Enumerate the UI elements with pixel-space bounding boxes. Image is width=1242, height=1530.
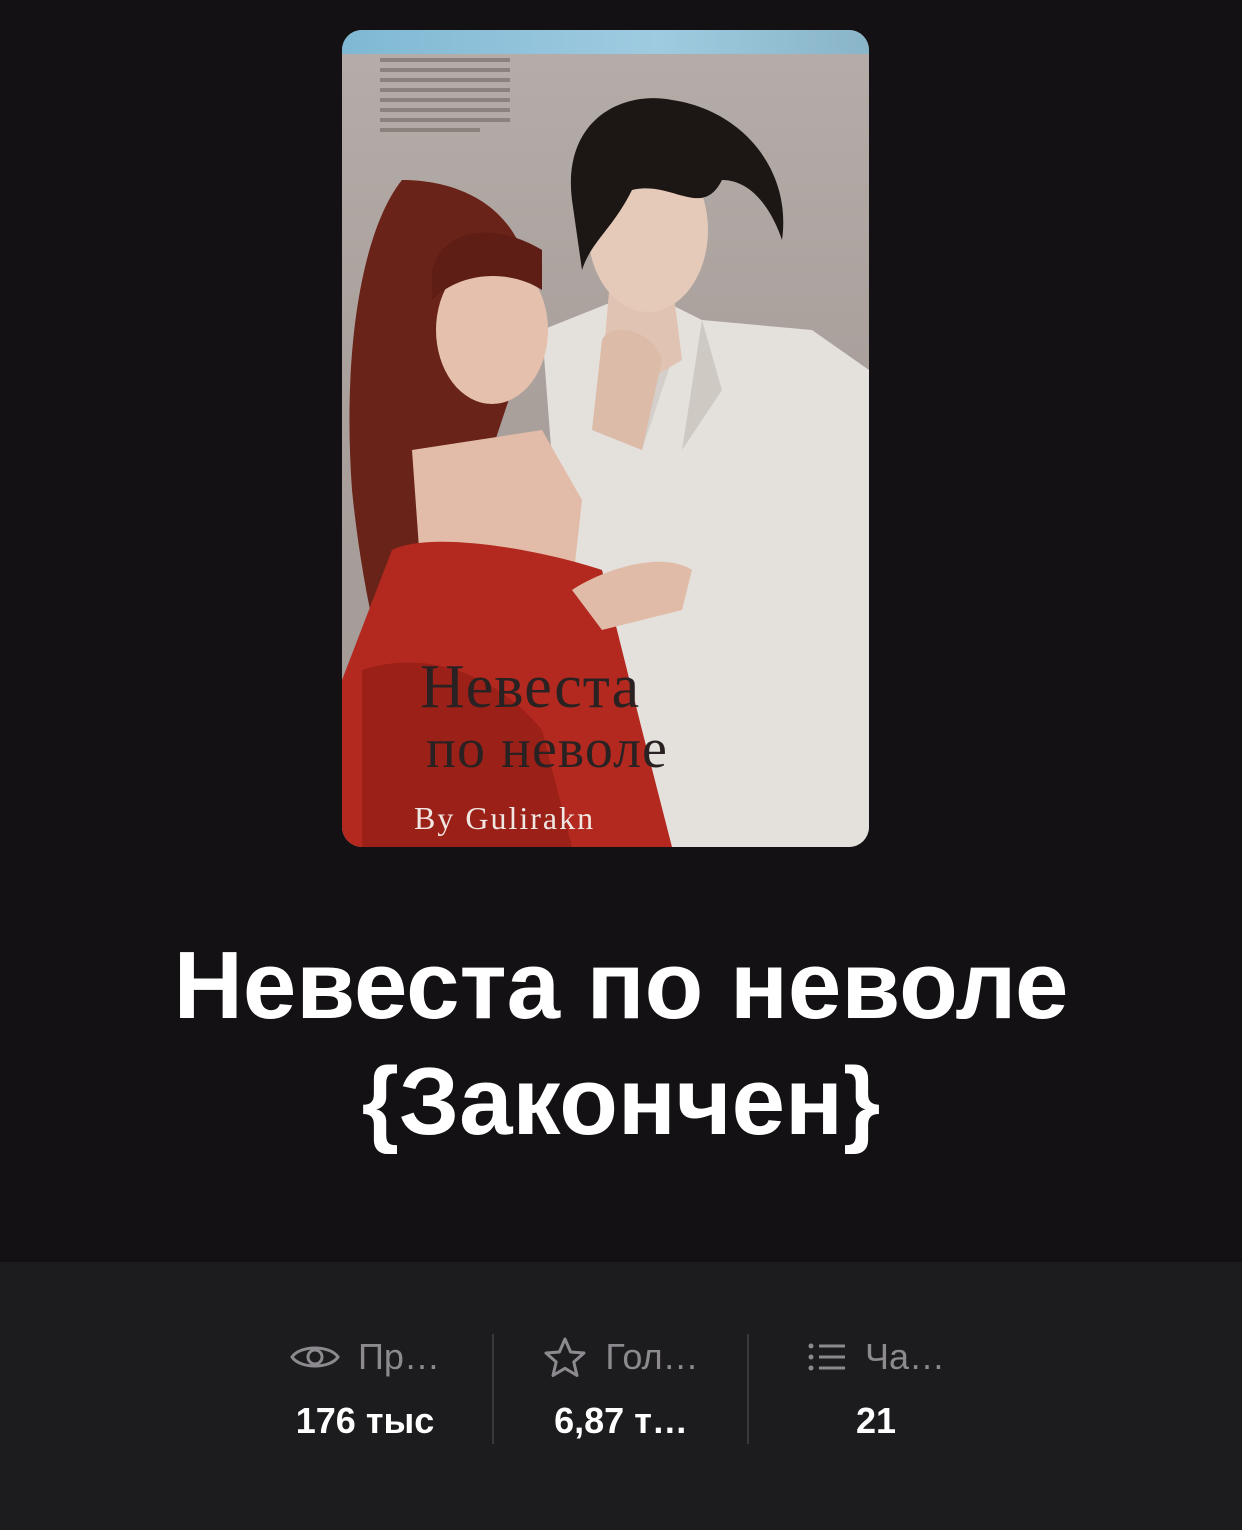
stat-reads-value: 176 тыс: [295, 1400, 435, 1441]
stat-reads[interactable]: Пр… 176 тыс: [238, 1332, 492, 1444]
star-icon: [544, 1337, 586, 1377]
stat-parts[interactable]: Ча… 21: [749, 1332, 1003, 1444]
stat-votes-value: 6,87 т…: [554, 1400, 688, 1441]
stat-parts-value: 21: [855, 1400, 897, 1441]
story-cover-image[interactable]: Невеста по неволе By Gulirakn: [342, 30, 869, 847]
stat-votes-label: Гол…: [605, 1336, 699, 1377]
stat-parts-label: Ча…: [864, 1336, 945, 1377]
list-icon: [808, 1343, 845, 1371]
eye-icon: [290, 1346, 340, 1368]
cover-author-text: By Gulirakn: [414, 800, 596, 836]
cover-title-text: Невеста по неволе: [420, 653, 668, 780]
story-title: Невеста по неволе {Закончен}: [173, 932, 1069, 1155]
story-stats-bar: Пр… 176 тыс Гол… 6,87 т… Ча… 21: [0, 1262, 1242, 1530]
stat-votes[interactable]: Гол… 6,87 т…: [494, 1332, 748, 1444]
stat-reads-label: Пр…: [358, 1336, 440, 1377]
story-header: Невеста по неволе By Gulirakn Невеста по…: [0, 0, 1242, 1262]
